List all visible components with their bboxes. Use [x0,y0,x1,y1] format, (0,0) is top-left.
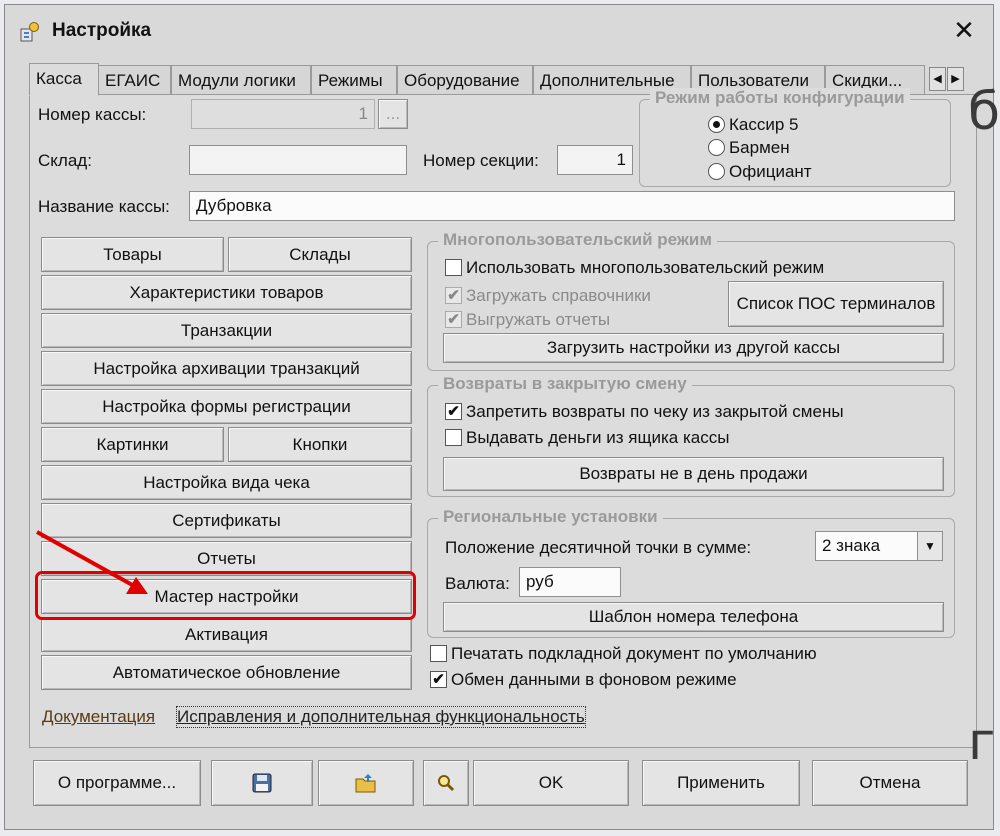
background-glyph-bottom: г [968,712,996,772]
tab-kassa[interactable]: Касса [29,63,99,96]
annotation-arrow [36,530,148,594]
background-glyph-top: б [968,82,1000,142]
